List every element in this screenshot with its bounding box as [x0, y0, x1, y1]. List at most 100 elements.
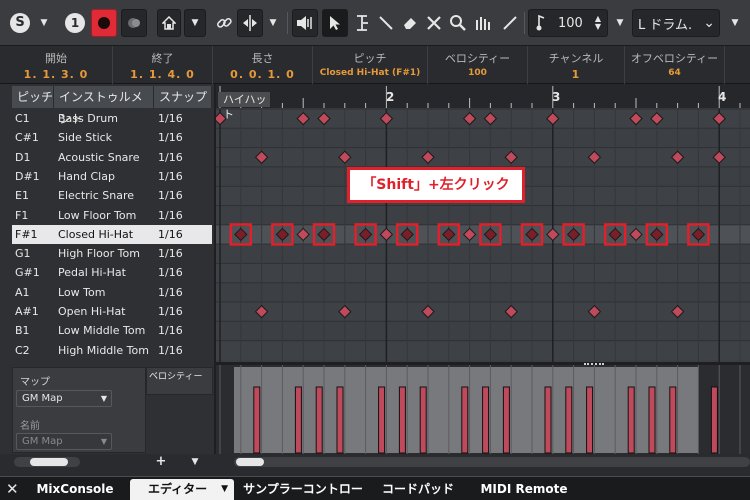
instrument-column-header[interactable]: インストゥルメント	[54, 86, 154, 126]
pitch-column-header[interactable]: ピッチ	[12, 86, 54, 108]
caret-down-icon[interactable]: ▼	[180, 455, 210, 469]
drum-row-snap: 1/16	[158, 227, 183, 241]
object-selection-tool[interactable]	[322, 9, 348, 37]
chevron-down-icon: ⌄	[703, 15, 715, 31]
close-icon[interactable]: ✕	[6, 479, 19, 499]
horizontal-scrollbar-grid[interactable]	[234, 457, 750, 467]
velocity-lane[interactable]	[216, 365, 750, 455]
name-select[interactable]: GM Map ▼	[16, 433, 112, 450]
ruler[interactable]: ハイハット 2 3 4	[216, 84, 750, 121]
pitch-field[interactable]: ピッチ Closed Hi-Hat (F#1)	[313, 46, 428, 84]
drum-row[interactable]: G#1 Pedal Hi-Hat 1/16	[12, 263, 212, 282]
velocity-bar	[294, 386, 302, 454]
tab-chord-pads[interactable]: コードパッド	[372, 479, 464, 500]
line-tool[interactable]	[498, 9, 522, 37]
drum-row[interactable]: F#1 Closed Hi-Hat 1/16	[12, 224, 212, 245]
listen-button[interactable]: 1	[63, 9, 87, 37]
start-field[interactable]: 開始 1. 1. 3. 0	[0, 46, 113, 84]
range-selection-tool[interactable]	[350, 9, 374, 37]
snap-column-header[interactable]: スナップ	[154, 86, 212, 108]
drum-row-snap: 1/16	[158, 150, 183, 164]
add-icon[interactable]: +	[146, 455, 176, 469]
velocity-bar	[544, 386, 552, 454]
lane-resize-handle[interactable]	[584, 363, 604, 366]
drum-row-instrument: Open Hi-Hat	[58, 305, 126, 318]
velocity-field[interactable]: ベロシティー 100	[428, 46, 528, 84]
drum-row[interactable]: A#1 Open Hi-Hat 1/16	[12, 302, 212, 321]
drum-row-snap: 1/16	[158, 131, 183, 145]
solo-dropdown[interactable]: ▼	[35, 9, 53, 37]
tab-sampler-control[interactable]: サンプラーコントロール	[238, 479, 368, 500]
tab-midi-remote[interactable]: MIDI Remote	[472, 479, 576, 500]
grid-row	[216, 263, 750, 283]
insert-velocity-field[interactable]: 100 ▲ ▼	[528, 9, 608, 37]
erase-tool[interactable]	[398, 9, 422, 37]
retro-record-button[interactable]	[121, 9, 147, 37]
link-button[interactable]	[213, 9, 235, 37]
tab-editor[interactable]: エディター ▼	[130, 479, 234, 500]
drum-row-instrument: High Middle Tom	[58, 343, 149, 357]
drum-map-dropdown[interactable]: ▼	[724, 9, 746, 37]
drum-row-snap: 1/16	[158, 324, 183, 338]
drum-row[interactable]: D#1 Hand Clap 1/16	[12, 167, 212, 186]
grid-row	[216, 224, 750, 245]
drum-row[interactable]: D1 Acoustic Snare 1/16	[12, 148, 212, 167]
drum-row-pitch: D1	[15, 150, 31, 164]
channel-field[interactable]: チャンネル 1	[528, 46, 625, 84]
auto-scroll-dropdown[interactable]: ▼	[184, 9, 206, 37]
drum-row[interactable]: C2 High Middle Tom 1/16	[12, 341, 212, 360]
drum-map-select[interactable]: L ドラム. ⌄	[632, 9, 720, 37]
tab-mixconsole[interactable]: MixConsole	[20, 479, 130, 500]
caret-down-icon: ▼	[100, 394, 107, 403]
grid-row	[216, 109, 750, 129]
drum-row[interactable]: C#1 Side Stick 1/16	[12, 128, 212, 147]
horizontal-scrollbar-left[interactable]	[14, 457, 80, 467]
link-icon	[216, 17, 232, 28]
scrollbar-thumb[interactable]	[236, 458, 264, 466]
draw-tool[interactable]	[374, 9, 398, 37]
drum-row[interactable]: A1 Low Tom 1/16	[12, 283, 212, 302]
drum-row-pitch: D#1	[15, 169, 40, 183]
velocity-bar	[710, 386, 718, 454]
zoom-tool[interactable]	[446, 9, 470, 37]
record-button[interactable]	[91, 9, 117, 37]
stepper-icon[interactable]: ▲ ▼	[595, 15, 601, 31]
drum-row[interactable]: C1 Bass Drum 1/16	[12, 109, 212, 128]
split-dropdown[interactable]: ▼	[265, 9, 281, 37]
caret-down-icon: ▼	[191, 18, 199, 28]
grid-row	[216, 205, 750, 225]
mute-tool[interactable]	[422, 9, 446, 37]
drumstick-tool[interactable]	[472, 9, 496, 37]
drum-row[interactable]: B1 Low Middle Tom 1/16	[12, 321, 212, 340]
drum-row-instrument: Low Tom	[58, 285, 106, 299]
drum-row-instrument: Electric Snare	[58, 189, 135, 203]
drum-row-snap: 1/16	[158, 112, 183, 125]
split-button[interactable]	[237, 9, 263, 37]
drum-row-snap: 1/16	[158, 285, 183, 299]
length-field[interactable]: 長さ 0. 0. 1. 0	[213, 46, 313, 84]
caret-down-icon: ▼	[100, 437, 107, 446]
velocity-dropdown[interactable]: ▼	[611, 9, 629, 37]
scrollbar-thumb[interactable]	[30, 458, 68, 466]
velocity-bar	[627, 386, 635, 454]
velocity-bar	[461, 386, 469, 454]
caret-down-icon[interactable]: ▼	[221, 479, 228, 499]
off-velocity-field[interactable]: オフベロシティー 64	[625, 46, 725, 84]
drum-row[interactable]: F1 Low Floor Tom 1/16	[12, 206, 212, 225]
bar-number: 2	[386, 90, 395, 104]
map-select[interactable]: GM Map ▼	[16, 390, 112, 407]
drum-row-snap: 1/16	[158, 343, 183, 357]
drum-row[interactable]: E1 Electric Snare 1/16	[12, 186, 212, 205]
note-grid[interactable]	[216, 84, 750, 362]
marker-label[interactable]: ハイハット	[218, 92, 270, 121]
velocity-bar	[565, 386, 573, 454]
solo-button[interactable]: S	[8, 9, 32, 37]
drum-row-snap: 1/16	[158, 169, 183, 183]
end-field[interactable]: 終了 1. 1. 4. 0	[113, 46, 213, 84]
acoustic-feedback-button[interactable]	[292, 9, 318, 37]
auto-scroll-button[interactable]	[157, 9, 181, 37]
drum-row-pitch: C2	[15, 343, 30, 357]
drum-row[interactable]: G1 High Floor Tom 1/16	[12, 244, 212, 263]
pencil-line-icon	[503, 16, 517, 30]
drum-row-pitch: C1	[15, 112, 30, 125]
